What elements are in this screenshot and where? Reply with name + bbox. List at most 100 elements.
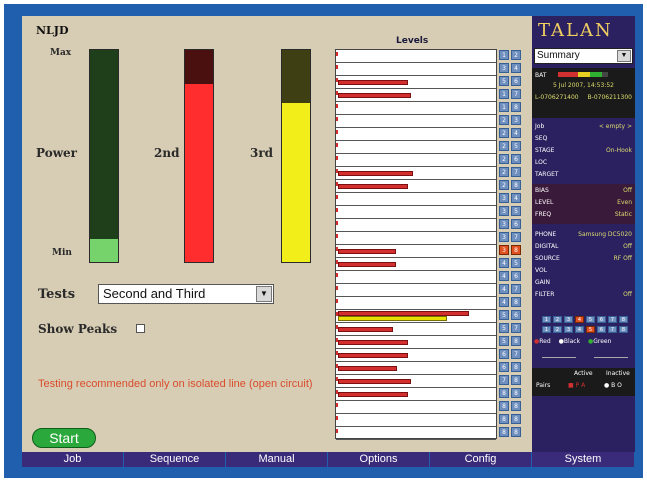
pin-pair[interactable]: 38 <box>499 245 523 255</box>
pin-pair[interactable]: 47 <box>499 284 523 294</box>
chevron-down-icon[interactable]: ▼ <box>617 50 631 62</box>
nav-manual[interactable]: Manual <box>226 452 328 467</box>
pin-pair[interactable]: 88 <box>499 401 523 411</box>
nav-system[interactable]: System <box>532 452 635 467</box>
pin-button[interactable]: 3 <box>564 326 573 333</box>
pin-pair[interactable]: 37 <box>499 232 523 242</box>
pin-button[interactable]: 6 <box>597 326 606 333</box>
pin-label: 7 <box>511 284 521 294</box>
pin-button[interactable]: 8 <box>619 326 628 333</box>
pin-pair[interactable]: 88 <box>499 414 523 424</box>
level-bar <box>338 171 413 176</box>
start-button[interactable]: Start <box>32 428 96 448</box>
nav-config[interactable]: Config <box>430 452 532 467</box>
nav-options[interactable]: Options <box>328 452 430 467</box>
nav-job[interactable]: Job <box>22 452 124 467</box>
pin-button[interactable]: 7 <box>608 316 617 323</box>
level-row <box>336 128 496 141</box>
chevron-down-icon[interactable]: ▼ <box>256 286 272 302</box>
field-value: Static <box>614 211 632 218</box>
line-left: L-0706271400 <box>535 94 579 101</box>
pin-pair[interactable]: 18 <box>499 102 523 112</box>
pin-pair[interactable]: 46 <box>499 271 523 281</box>
pin-label: 7 <box>511 349 521 359</box>
pin-pair[interactable]: 56 <box>499 76 523 86</box>
pin-pair[interactable]: 57 <box>499 323 523 333</box>
level-row <box>336 219 496 232</box>
pin-button[interactable]: 4 <box>575 316 584 323</box>
pin-button[interactable]: 6 <box>597 316 606 323</box>
pin-button[interactable]: 8 <box>619 316 628 323</box>
nav-sequence[interactable]: Sequence <box>124 452 226 467</box>
pin-pair[interactable]: 67 <box>499 349 523 359</box>
pin-label: 7 <box>511 232 521 242</box>
level-bar <box>338 353 409 358</box>
third-label: 3rd <box>250 146 274 160</box>
pin-pair[interactable]: 24 <box>499 128 523 138</box>
pin-pair[interactable]: 26 <box>499 154 523 164</box>
level-row <box>336 206 496 219</box>
line-right: B-0706211300 <box>587 94 632 101</box>
summary-select[interactable]: Summary ▼ <box>534 48 633 64</box>
pin-pair[interactable]: 12 <box>499 50 523 60</box>
pin-pair[interactable]: 23 <box>499 115 523 125</box>
pin-pair[interactable]: 28 <box>499 180 523 190</box>
bat-label: BAT <box>535 72 547 79</box>
pin-pair[interactable]: 78 <box>499 375 523 385</box>
level-tick <box>336 273 338 277</box>
pin-label: 3 <box>499 193 509 203</box>
second-label: 2nd <box>154 146 180 160</box>
pin-pair[interactable]: 25 <box>499 141 523 151</box>
pin-label: 3 <box>499 206 509 216</box>
pin-pair[interactable]: 56 <box>499 310 523 320</box>
pin-button[interactable]: 5 <box>586 326 595 333</box>
show-peaks-checkbox[interactable] <box>136 324 145 333</box>
pin-pair[interactable]: 88 <box>499 388 523 398</box>
field-row: BIAS Off <box>535 187 632 194</box>
pin-pair[interactable]: 34 <box>499 63 523 73</box>
pin-button[interactable]: 4 <box>575 326 584 333</box>
pin-pair[interactable]: 17 <box>499 89 523 99</box>
pin-button[interactable]: 3 <box>564 316 573 323</box>
pin-button[interactable]: 1 <box>542 326 551 333</box>
field-value: < empty > <box>598 123 632 130</box>
pin-pair[interactable]: 27 <box>499 167 523 177</box>
note-text: Testing recommended only on isolated lin… <box>38 378 313 390</box>
pin-button[interactable]: 7 <box>608 326 617 333</box>
sb-bias-box: BIAS Off LEVEL Even FREQ Static <box>532 184 635 224</box>
pin-button[interactable]: 2 <box>553 316 562 323</box>
pin-pair[interactable]: 36 <box>499 219 523 229</box>
pin-button[interactable]: 1 <box>542 316 551 323</box>
pin-button[interactable]: 2 <box>553 326 562 333</box>
pin-label: 6 <box>511 310 521 320</box>
tests-label: Tests <box>38 287 76 302</box>
level-row <box>336 336 496 349</box>
level-bar <box>338 80 409 85</box>
pin-pair[interactable]: 35 <box>499 206 523 216</box>
level-row <box>336 50 496 63</box>
pin-pair[interactable]: 58 <box>499 336 523 346</box>
pin-label: 2 <box>499 180 509 190</box>
pin-label: 7 <box>499 375 509 385</box>
pin-pair[interactable]: 48 <box>499 297 523 307</box>
level-bar <box>338 262 396 267</box>
brand-logo: TALAN <box>538 20 613 41</box>
level-row <box>336 102 496 115</box>
field-label: FILTER <box>535 291 555 298</box>
level-bar <box>338 379 412 384</box>
pin-button[interactable]: 5 <box>586 316 595 323</box>
level-row <box>336 271 496 284</box>
pin-label: 1 <box>499 102 509 112</box>
pin-label: 3 <box>499 63 509 73</box>
pin-pair[interactable]: 34 <box>499 193 523 203</box>
pin-label: 6 <box>511 219 521 229</box>
app-window: NLJD Max Min Power 2nd 3rd Levels 123456… <box>22 16 635 467</box>
tests-select[interactable]: Second and Third ▼ <box>98 284 274 304</box>
pin-pair[interactable]: 45 <box>499 258 523 268</box>
level-tick <box>336 156 338 160</box>
level-bar <box>338 93 412 98</box>
level-row <box>336 323 496 336</box>
pin-pair[interactable]: 88 <box>499 427 523 437</box>
field-label: GAIN <box>535 279 551 286</box>
pin-pair[interactable]: 68 <box>499 362 523 372</box>
